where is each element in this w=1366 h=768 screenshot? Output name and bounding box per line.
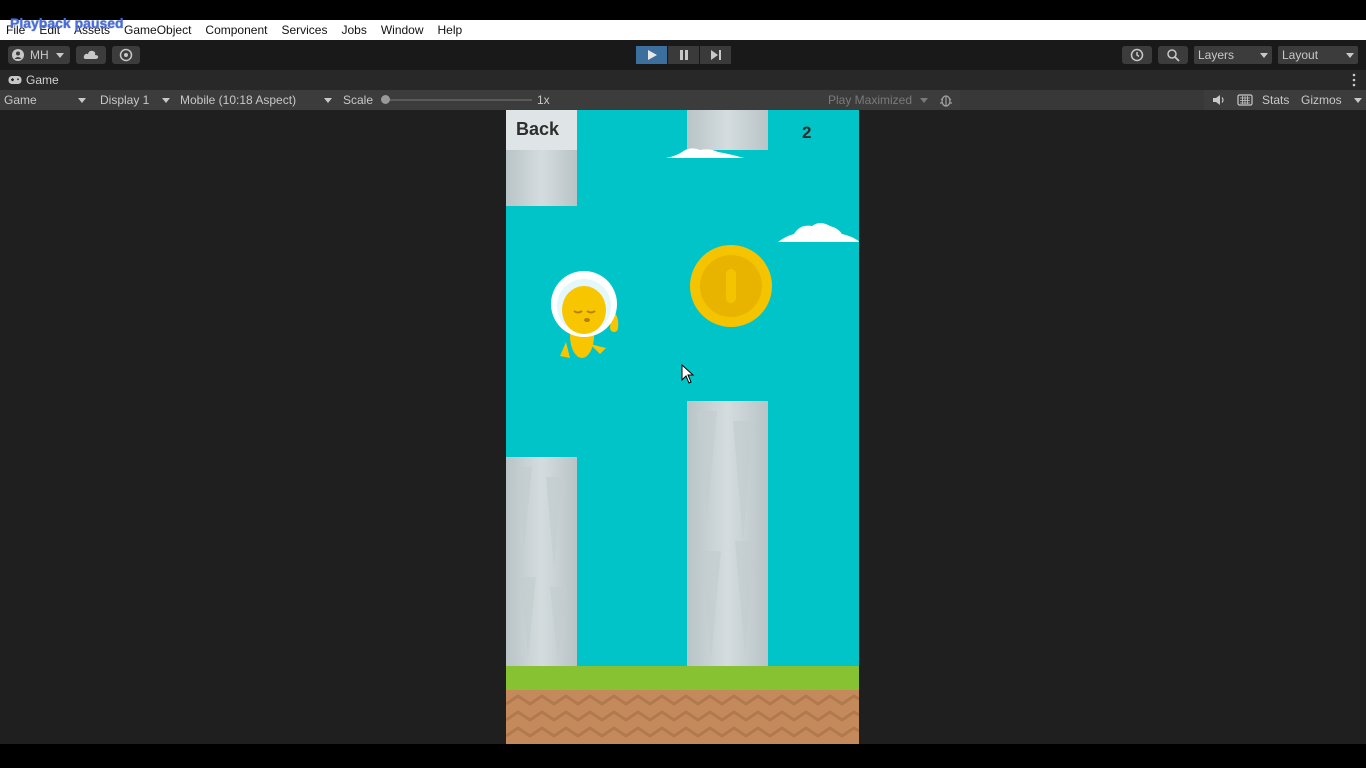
bottom-pillar-left	[506, 457, 577, 666]
cloud-button[interactable]	[76, 46, 106, 64]
chevron-down-icon	[1354, 98, 1362, 103]
aspect-label: Mobile (10:18 Aspect)	[180, 93, 297, 107]
cloud-sprite	[666, 148, 744, 158]
gizmos-dropdown[interactable]: Gizmos	[1297, 90, 1366, 110]
menu-services[interactable]: Services	[281, 23, 327, 37]
chevron-down-icon	[162, 98, 170, 103]
tab-game[interactable]: Game	[8, 73, 59, 87]
menu-component[interactable]: Component	[205, 23, 267, 37]
stats-button[interactable]: Stats	[1258, 90, 1298, 110]
window-title-bar	[0, 0, 1366, 20]
layout-label: Layout	[1282, 48, 1319, 62]
scale-slider-track[interactable]	[384, 99, 532, 101]
playmode-controls	[636, 46, 732, 64]
search-icon	[1167, 49, 1180, 62]
step-icon	[710, 50, 721, 60]
cloud-icon	[83, 50, 99, 59]
display-dropdown[interactable]: Display 1	[96, 90, 174, 110]
chevron-down-icon	[78, 98, 86, 103]
gamepad-icon	[8, 76, 22, 84]
pause-icon	[679, 50, 688, 60]
menu-help[interactable]: Help	[438, 23, 463, 37]
keyboard-icon[interactable]	[1237, 93, 1253, 110]
tab-label: Game	[26, 73, 59, 87]
chevron-down-icon	[920, 98, 928, 103]
player-character	[551, 271, 619, 358]
tab-bar: Game	[0, 70, 1366, 90]
menu-jobs[interactable]: Jobs	[341, 23, 366, 37]
display-label: Display 1	[100, 93, 150, 107]
play-button[interactable]	[636, 46, 667, 64]
game-view-toolbar: Game Display 1 Mobile (10:18 Aspect) Sca…	[0, 90, 1366, 110]
view-mode-dropdown[interactable]: Game	[0, 90, 90, 110]
account-icon	[12, 49, 24, 61]
account-dropdown[interactable]: MH	[8, 46, 70, 64]
more-options-icon[interactable]	[1352, 73, 1356, 90]
chevron-down-icon	[55, 53, 64, 58]
coin-sprite	[690, 245, 772, 327]
chevron-down-icon	[1260, 53, 1268, 58]
view-mode-label: Game	[4, 93, 37, 107]
back-button-label: Back	[516, 119, 560, 139]
scale-label: Scale	[343, 93, 374, 107]
search-button[interactable]	[1158, 46, 1188, 64]
scale-value: 1x	[537, 93, 550, 107]
menu-bar: File Edit Assets GameObject Component Se…	[0, 20, 1366, 40]
menu-gameobject[interactable]: GameObject	[124, 23, 191, 37]
history-button[interactable]	[1122, 46, 1152, 64]
toolbar-spacer	[960, 90, 1204, 110]
play-maximized-dropdown[interactable]: Play Maximized	[824, 90, 932, 110]
top-pillar-middle	[687, 110, 768, 150]
collab-button[interactable]	[112, 46, 140, 64]
aspect-dropdown[interactable]: Mobile (10:18 Aspect)	[176, 90, 336, 110]
pause-button[interactable]	[668, 46, 699, 64]
game-screen[interactable]: Back 2	[506, 110, 859, 744]
bottom-pillar-middle	[687, 401, 768, 666]
menu-window[interactable]: Window	[381, 23, 424, 37]
audio-mute-icon[interactable]	[1211, 93, 1225, 110]
mouse-cursor-icon	[681, 364, 695, 384]
history-icon	[1130, 48, 1144, 62]
chevron-down-icon	[324, 98, 332, 103]
layers-dropdown[interactable]: Layers	[1194, 46, 1272, 64]
chevron-down-icon	[1346, 53, 1354, 58]
scale-slider-handle[interactable]	[381, 95, 390, 104]
collab-icon	[119, 48, 133, 62]
layout-dropdown[interactable]: Layout	[1278, 46, 1358, 64]
bug-icon[interactable]	[939, 93, 953, 110]
account-label: MH	[30, 48, 49, 62]
back-button[interactable]: Back	[506, 110, 577, 150]
status-bar	[0, 744, 1366, 768]
score-counter: 2	[802, 123, 812, 142]
play-icon	[647, 50, 657, 60]
layers-label: Layers	[1198, 48, 1235, 62]
gizmos-label: Gizmos	[1301, 93, 1342, 107]
ground-dirt	[506, 678, 859, 744]
play-maximized-label: Play Maximized	[828, 93, 913, 107]
cloud-sprite	[778, 223, 859, 242]
playback-status-overlay: Playback paused	[10, 15, 124, 31]
step-button[interactable]	[700, 46, 731, 64]
